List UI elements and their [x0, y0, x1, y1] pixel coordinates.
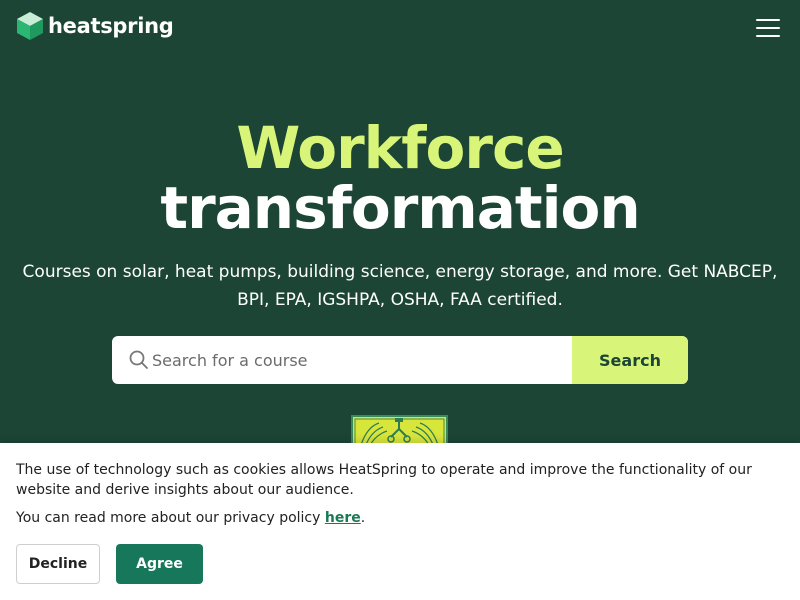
hamburger-menu-icon[interactable] [754, 17, 782, 39]
cookie-notice-text: The use of technology such as cookies al… [16, 462, 752, 498]
cookie-consent-banner: The use of technology such as cookies al… [0, 443, 800, 600]
menu-line [756, 35, 780, 37]
menu-line [756, 19, 780, 21]
privacy-policy-text: You can read more about our privacy poli… [16, 508, 365, 528]
privacy-policy-link[interactable]: here [325, 510, 361, 526]
search-button[interactable]: Search [572, 336, 688, 384]
privacy-policy-suffix: . [360, 510, 366, 526]
hero-subtitle: Courses on solar, heat pumps, building s… [22, 262, 778, 310]
site-header: heatspring [0, 0, 800, 56]
search-input[interactable] [152, 336, 572, 384]
agree-button[interactable]: Agree [116, 544, 203, 584]
decline-button[interactable]: Decline [16, 544, 100, 584]
logo-text: heatspring [48, 13, 174, 38]
course-search-form: Search [112, 336, 688, 384]
hero-title-main: transformation [160, 174, 640, 242]
hero-title-highlight: Workforce [236, 114, 564, 182]
hero-title: Workforce transformation [0, 118, 800, 238]
heatspring-logo[interactable]: heatspring [16, 11, 174, 41]
privacy-policy-prefix: You can read more about our privacy poli… [16, 510, 325, 526]
search-icon [112, 336, 152, 384]
menu-line [756, 27, 780, 29]
cube-logo-icon [17, 12, 43, 40]
